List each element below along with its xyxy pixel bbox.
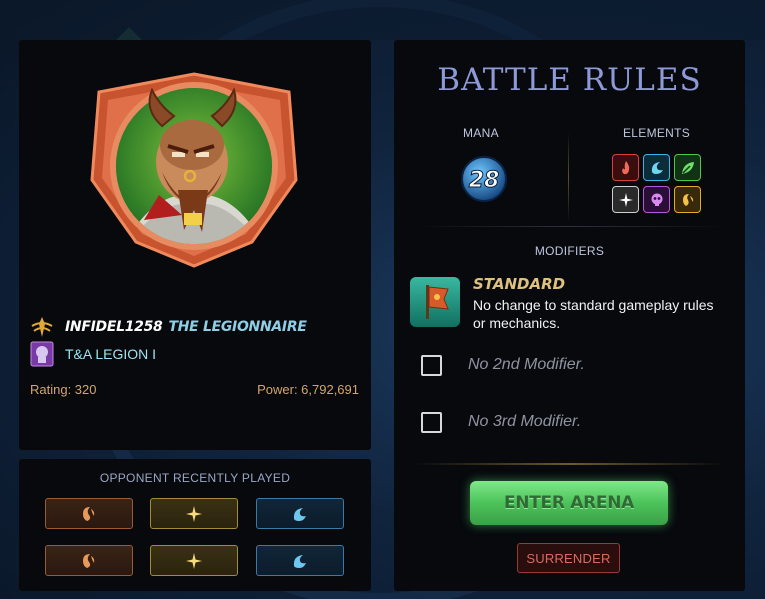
surrender-button[interactable]: SURRENDER	[517, 543, 620, 573]
element-fire[interactable]	[612, 154, 639, 181]
player-rating: Rating: 320	[30, 382, 97, 397]
dragon-element-icon	[682, 193, 693, 206]
death-element-icon	[83, 506, 95, 521]
life-element-icon	[186, 552, 202, 569]
guild-name[interactable]: T&A LEGION I	[65, 346, 156, 362]
modifiers-label: MODIFIERS	[534, 244, 605, 258]
death-element-icon	[83, 553, 95, 568]
modifier-3-checkbox[interactable]	[421, 412, 442, 433]
standard-modifier-icon	[410, 277, 460, 327]
modifier-2-checkbox[interactable]	[421, 355, 442, 376]
player-avatar	[84, 70, 304, 270]
life-element-icon	[618, 192, 633, 207]
player-power: Power: 6,792,691	[257, 382, 359, 397]
mana-label: MANA	[463, 126, 499, 140]
player-title: THE LEGIONNAIRE	[168, 319, 307, 335]
earth-element-icon	[681, 161, 694, 174]
opponent-recent-water-1	[256, 498, 344, 529]
element-death[interactable]	[643, 186, 670, 213]
player-name[interactable]: INFIDEL1258	[65, 319, 163, 335]
modifier-1-description: No change to standard gameplay rules or …	[473, 297, 714, 331]
player-panel: INFIDEL1258 THE LEGIONNAIRE T&A LEGION I…	[19, 40, 371, 450]
opponent-recent-panel: OPPONENT RECENTLY PLAYED	[19, 459, 371, 591]
element-earth[interactable]	[674, 154, 701, 181]
rules-divider-vertical	[568, 132, 569, 222]
opponent-recent-death-2	[45, 545, 133, 576]
guild-line: T&A LEGION I	[29, 341, 156, 367]
modifier-1-title: STANDARD	[473, 275, 566, 293]
fire-element-icon	[621, 160, 629, 174]
league-icon	[31, 317, 53, 337]
rules-divider	[414, 226, 726, 227]
water-element-icon	[651, 161, 663, 174]
water-element-icon	[293, 507, 306, 521]
elements-label: ELEMENTS	[623, 126, 691, 140]
rules-divider-gold	[414, 463, 726, 465]
life-element-icon	[186, 505, 202, 522]
modifier-2-text: No 2nd Modifier.	[468, 356, 585, 373]
element-water[interactable]	[643, 154, 670, 181]
element-dragon[interactable]	[674, 186, 701, 213]
battle-rules-panel: BATTLE RULES MANA 28 ELEMENTS MODIFIERS …	[394, 40, 745, 591]
mana-value: 28	[469, 168, 500, 193]
guild-banner-icon	[30, 341, 54, 367]
opponent-recent-title: OPPONENT RECENTLY PLAYED	[99, 471, 291, 485]
modifier-3-text: No 3rd Modifier.	[468, 413, 582, 430]
player-name-line: INFIDEL1258 THE LEGIONNAIRE	[29, 316, 307, 338]
water-element-icon	[293, 554, 306, 568]
death-element-icon	[651, 193, 662, 206]
element-life[interactable]	[612, 186, 639, 213]
opponent-recent-life-1	[150, 498, 238, 529]
opponent-recent-death-1	[45, 498, 133, 529]
mana-cap-badge: 28	[460, 155, 508, 203]
opponent-recent-life-2	[150, 545, 238, 576]
battle-rules-title: BATTLE RULES	[437, 62, 702, 98]
enter-arena-button[interactable]: ENTER ARENA	[470, 481, 668, 525]
opponent-recent-water-2	[256, 545, 344, 576]
